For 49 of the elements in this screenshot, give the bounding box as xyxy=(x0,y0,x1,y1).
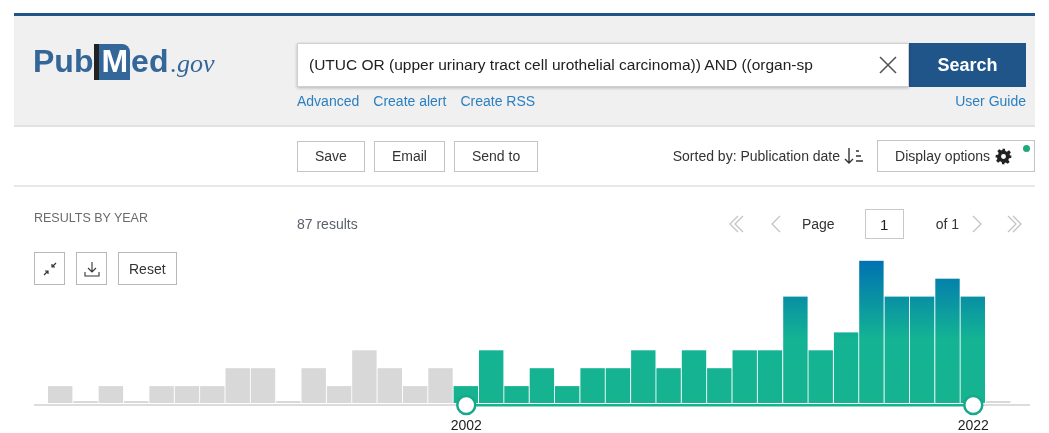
slider-track[interactable] xyxy=(34,404,1030,407)
histogram-bar[interactable] xyxy=(935,278,960,403)
histogram-bar[interactable] xyxy=(631,350,656,403)
display-options-button[interactable]: Display options xyxy=(877,140,1035,172)
page-number-field[interactable]: 1 xyxy=(864,209,904,239)
download-icon xyxy=(83,260,100,277)
histogram-bar[interactable] xyxy=(529,368,555,403)
page-count: of 1 xyxy=(935,216,959,232)
histogram-bar[interactable] xyxy=(479,350,504,403)
action-button[interactable]: Email xyxy=(373,140,445,172)
search-link[interactable]: Create alert xyxy=(373,93,447,109)
user-guide-link[interactable]: User Guide xyxy=(955,93,1026,109)
action-button[interactable]: Send to xyxy=(453,140,539,172)
search-button[interactable]: Search xyxy=(909,43,1026,87)
histogram-bar[interactable] xyxy=(580,368,605,403)
search-link[interactable]: Create RSS xyxy=(460,93,536,109)
reset-button[interactable]: Reset xyxy=(118,252,177,285)
histogram-bar[interactable] xyxy=(732,350,757,403)
histogram-bar[interactable] xyxy=(605,368,631,403)
histogram-bar[interactable] xyxy=(656,368,681,403)
year-label: 2022 xyxy=(957,417,989,433)
pubmed-logo[interactable]: Pub Med.gov xyxy=(33,43,297,87)
sort-label[interactable]: Sorted by: Publication date xyxy=(672,148,841,164)
histogram-bar[interactable] xyxy=(707,368,732,403)
histogram-bar[interactable] xyxy=(960,296,985,403)
sort-icon[interactable] xyxy=(844,147,865,165)
download-button[interactable] xyxy=(76,252,107,285)
histogram-bar[interactable] xyxy=(909,296,935,403)
slider-handle[interactable] xyxy=(963,394,984,416)
search-field[interactable]: (UTUC OR (upper urinary tract cell urothelial carcinoma)) AND ((organ-sp xyxy=(297,43,909,87)
result-count: 87 results xyxy=(297,216,358,232)
close-icon[interactable] xyxy=(878,55,898,75)
histogram-bar[interactable] xyxy=(808,350,833,403)
year-label: 2002 xyxy=(450,417,482,433)
histogram-bar[interactable] xyxy=(833,332,859,403)
action-button[interactable]: Save xyxy=(297,140,365,172)
settings-icon xyxy=(995,147,1012,165)
collapse-button[interactable] xyxy=(34,252,65,285)
histogram-bar[interactable] xyxy=(859,260,884,403)
histogram-bar[interactable] xyxy=(783,296,808,403)
search-link[interactable]: Advanced xyxy=(297,93,360,109)
histogram-bar[interactable] xyxy=(884,296,909,403)
histogram-bar[interactable] xyxy=(555,386,580,403)
slider-handle[interactable] xyxy=(456,394,477,416)
page-label: Page xyxy=(801,216,835,232)
section-heading: RESULTS BY YEAR xyxy=(34,211,149,225)
histogram-bar[interactable] xyxy=(757,350,783,403)
collapse-icon xyxy=(41,260,58,277)
histogram-bar[interactable] xyxy=(681,350,707,403)
